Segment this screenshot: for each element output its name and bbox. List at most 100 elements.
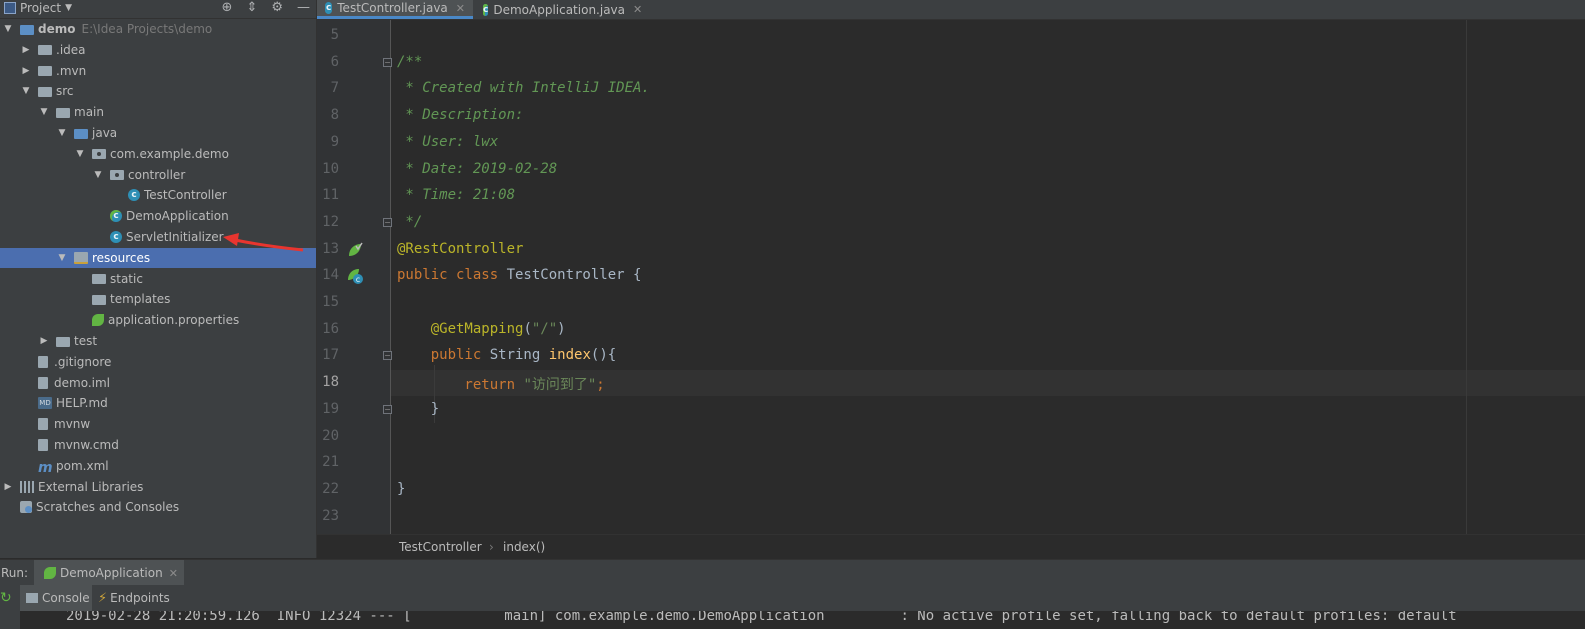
- tree-item-external-libraries[interactable]: ▶ External Libraries: [0, 477, 316, 497]
- tree-item-label: demo.iml: [54, 375, 110, 390]
- tree-item-label: main: [74, 105, 104, 120]
- fold-toggle-icon[interactable]: −: [383, 404, 392, 414]
- tab-console[interactable]: Console: [20, 585, 92, 611]
- line-number: 18: [322, 374, 339, 391]
- project-view-selector[interactable]: Project ▼: [4, 1, 72, 15]
- tree-item-label: src: [56, 84, 74, 99]
- tree-item-label: com.example.demo: [110, 146, 229, 161]
- tree-item-label: ServletInitializer: [126, 230, 224, 244]
- tree-item-testcontroller[interactable]: c TestController: [0, 185, 316, 205]
- tree-item-mvnw-cmd[interactable]: mvnw.cmd: [0, 435, 316, 455]
- chevron-down-icon[interactable]: ▼: [56, 128, 68, 138]
- fold-toggle-icon[interactable]: −: [383, 57, 392, 67]
- locate-file-icon[interactable]: ⊕: [222, 0, 233, 15]
- tree-item-controller[interactable]: ▼ controller: [0, 165, 316, 185]
- code-token: */: [397, 213, 423, 230]
- scratches-icon: [20, 501, 32, 514]
- code-token: ): [557, 320, 566, 337]
- tree-item-idea[interactable]: ▶ .idea: [0, 40, 316, 60]
- chevron-right-icon[interactable]: ▶: [20, 66, 32, 76]
- tree-item-label: HELP.md: [56, 396, 108, 411]
- tab-demoapplication[interactable]: c DemoApplication.java ✕: [475, 0, 645, 19]
- tab-testcontroller[interactable]: c TestController.java ✕: [317, 0, 473, 19]
- tree-item-pom-xml[interactable]: m pom.xml: [0, 456, 316, 476]
- line-number: 6: [330, 53, 339, 70]
- code-line: return "访问到了";: [397, 374, 604, 394]
- project-pane-icon: [4, 2, 16, 14]
- tree-item-application-properties[interactable]: application.properties: [0, 310, 316, 330]
- breadcrumb-class[interactable]: TestController: [399, 540, 482, 554]
- close-icon[interactable]: ✕: [456, 2, 465, 15]
- right-margin-guide: [1466, 20, 1467, 534]
- chevron-right-icon[interactable]: ▶: [38, 336, 50, 346]
- tree-item-com-example-demo[interactable]: ▼ com.example.demo: [0, 144, 316, 164]
- tree-item-main[interactable]: ▼ main: [0, 102, 316, 122]
- line-number: 7: [330, 80, 339, 97]
- breadcrumb-separator: ›: [489, 540, 494, 554]
- code-line: * Created with IntelliJ IDEA.: [397, 80, 649, 96]
- package-icon: [110, 170, 124, 181]
- chevron-right-icon[interactable]: ▶: [20, 45, 32, 55]
- tree-item-scratches-and-consoles[interactable]: Scratches and Consoles: [0, 497, 316, 517]
- tree-item-label: application.properties: [108, 313, 240, 328]
- project-panel-title: Project: [20, 1, 62, 15]
- tree-item-mvn[interactable]: ▶ .mvn: [0, 61, 316, 81]
- code-token: (: [523, 320, 532, 337]
- collapse-all-icon[interactable]: ⇕: [246, 0, 257, 15]
- code-line: * Time: 21:08: [397, 187, 515, 203]
- run-left-toolbar: [0, 611, 20, 629]
- tree-item-gitignore[interactable]: .gitignore: [0, 352, 316, 372]
- line-number: 15: [322, 294, 339, 310]
- rerun-icon[interactable]: ↻: [0, 590, 12, 606]
- project-panel-header: Project ▼ ⊕ ⇕ ⚙ —: [0, 0, 316, 19]
- chevron-down-icon[interactable]: ▼: [2, 24, 14, 34]
- line-number: 10: [322, 160, 339, 177]
- chevron-down-icon[interactable]: ▼: [74, 149, 86, 159]
- tree-item-mvnw[interactable]: mvnw: [0, 414, 316, 434]
- fold-toggle-icon[interactable]: −: [383, 217, 392, 227]
- close-icon[interactable]: ✕: [169, 567, 178, 580]
- tab-endpoints[interactable]: ⚡ Endpoints: [94, 585, 172, 611]
- chevron-down-icon[interactable]: ▼: [92, 170, 104, 180]
- hide-panel-icon[interactable]: —: [297, 0, 310, 15]
- tree-item-demo[interactable]: ▼ demo E:\Idea Projects\demo: [0, 19, 316, 39]
- gear-icon[interactable]: ⚙: [271, 0, 283, 15]
- code-line: * User: lwx: [397, 134, 498, 150]
- spring-bean-gutter-icon[interactable]: [347, 242, 363, 258]
- folder-icon: [92, 274, 106, 285]
- tree-item-label: controller: [128, 167, 186, 182]
- tree-item-help-md[interactable]: MD HELP.md: [0, 393, 316, 413]
- console-line: 2019-02-28 21:20:59.126 INFO 12324 --- […: [66, 611, 1457, 624]
- tree-item-demo-iml[interactable]: demo.iml: [0, 373, 316, 393]
- tree-item-src[interactable]: ▼ src: [0, 81, 316, 101]
- code-token: "访问到了": [523, 377, 597, 394]
- file-icon: [38, 439, 48, 451]
- code-line: public class TestController {: [397, 267, 641, 283]
- chevron-down-icon[interactable]: ▼: [38, 107, 50, 117]
- tree-item-java[interactable]: ▼ java: [0, 123, 316, 143]
- chevron-right-icon[interactable]: ▶: [2, 482, 14, 492]
- breadcrumb: TestController › index(): [317, 534, 1585, 559]
- tree-item-demoapplication[interactable]: c DemoApplication: [0, 206, 316, 226]
- code-line: @RestController: [397, 241, 523, 257]
- chevron-down-icon[interactable]: ▼: [20, 86, 32, 96]
- chevron-down-icon: ▼: [65, 3, 72, 13]
- code-editor[interactable]: 5 6 − 7 8 9 10 11 12 − 13 14 c 15 16 17 − 18 19 − 20 21 22 23 /…: [317, 20, 1585, 534]
- run-config-tab[interactable]: DemoApplication ✕: [34, 560, 184, 586]
- annotation-arrow: [223, 233, 304, 252]
- tree-item-test[interactable]: ▶ test: [0, 331, 316, 351]
- breadcrumb-method[interactable]: index(): [503, 540, 545, 554]
- tree-item-templates[interactable]: templates: [0, 289, 316, 309]
- fold-toggle-icon[interactable]: −: [383, 351, 392, 361]
- spring-class-gutter-icon[interactable]: c: [347, 268, 363, 285]
- line-number: 14: [322, 267, 339, 284]
- tree-item-label: mvnw: [54, 417, 91, 432]
- console-output[interactable]: 2019-02-28 21:20:59.126 INFO 12324 --- […: [20, 611, 1585, 629]
- code-token: * User: lwx: [397, 133, 499, 150]
- tree-item-label: mvnw.cmd: [54, 438, 119, 452]
- console-icon: [26, 593, 38, 603]
- line-number: 16: [322, 320, 339, 337]
- tree-item-static[interactable]: static: [0, 269, 316, 289]
- chevron-down-icon[interactable]: ▼: [56, 253, 68, 263]
- close-icon[interactable]: ✕: [633, 3, 642, 16]
